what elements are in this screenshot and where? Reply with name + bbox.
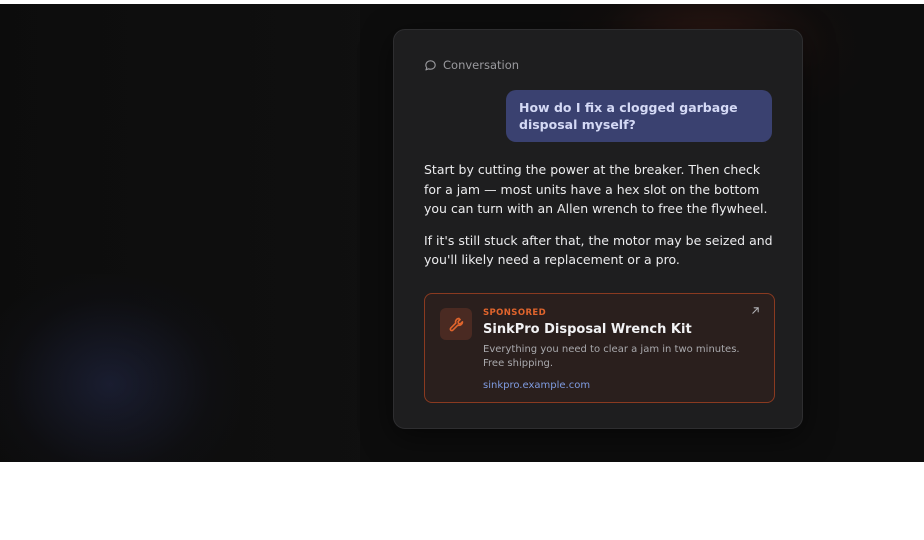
ad-content: SPONSORED SinkPro Disposal Wrench Kit Ev… xyxy=(483,308,753,392)
user-message: How do I fix a clogged garbage disposal … xyxy=(506,90,772,142)
assistant-paragraph: If it's still stuck after that, the moto… xyxy=(424,232,773,268)
conversation-title: Conversation xyxy=(443,58,520,72)
sponsored-ad-card[interactable]: SPONSORED SinkPro Disposal Wrench Kit Ev… xyxy=(424,293,775,403)
background-glow-blue xyxy=(0,274,240,462)
ad-description: Everything you need to clear a jam in tw… xyxy=(483,344,740,369)
conversation-header: Conversation xyxy=(424,58,519,72)
sponsored-label: SPONSORED xyxy=(483,308,547,318)
assistant-message: Start by cutting the power at the breake… xyxy=(424,160,776,282)
chat-panel: Conversation How do I fix a clogged garb… xyxy=(393,29,803,429)
assistant-paragraph: Start by cutting the power at the breake… xyxy=(424,162,768,216)
app-background: Conversation How do I fix a clogged garb… xyxy=(0,4,924,462)
chat-bubble-icon xyxy=(424,59,437,72)
wrench-icon xyxy=(440,308,472,340)
ad-link[interactable]: sinkpro.example.com xyxy=(483,379,590,392)
ad-title[interactable]: SinkPro Disposal Wrench Kit xyxy=(483,321,753,339)
